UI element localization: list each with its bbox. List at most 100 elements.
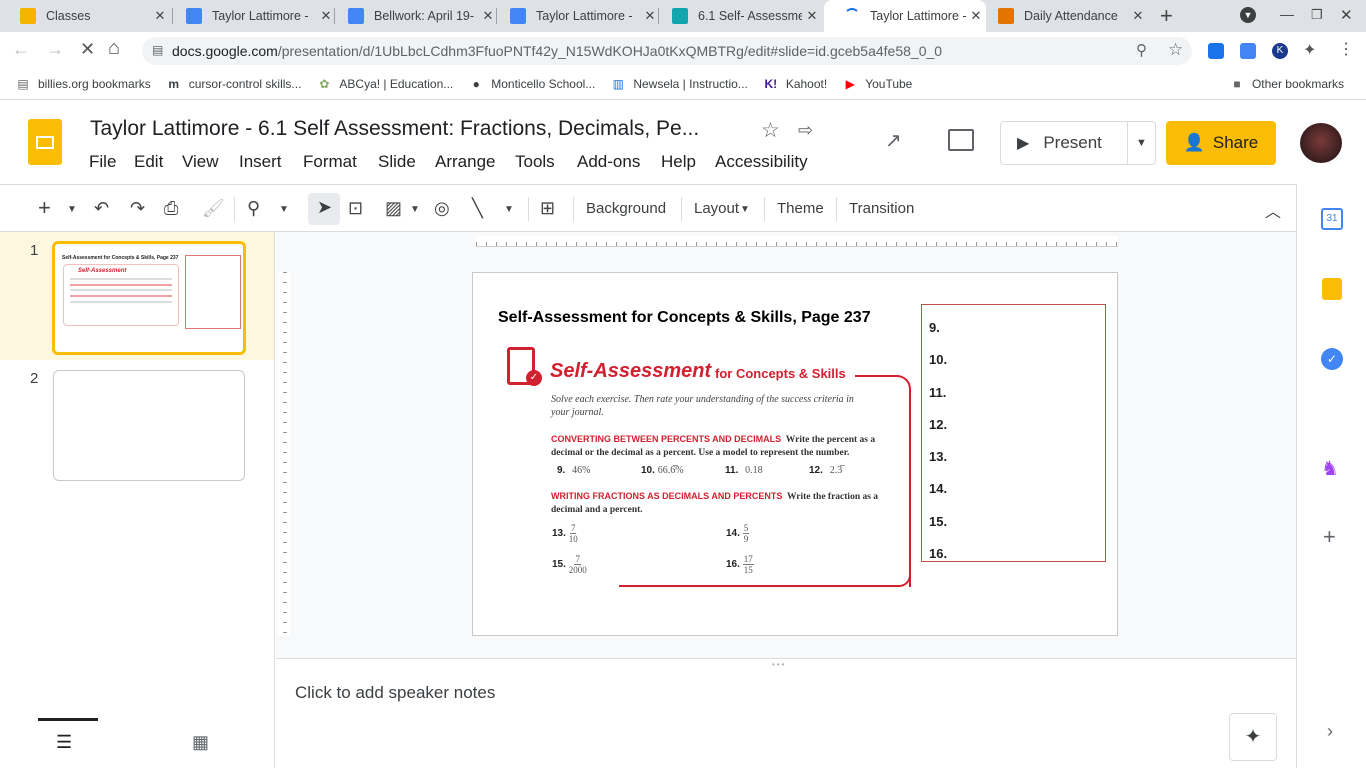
text-item: 11. (929, 384, 947, 400)
bookmark-abcya[interactable]: ✿ ABCya! | Education... (317, 77, 453, 91)
keep-icon[interactable] (1322, 278, 1342, 300)
menu-accessibility[interactable]: Accessibility (715, 152, 808, 172)
bookmark-monticello[interactable]: ● Monticello School... (469, 77, 596, 91)
new-tab-icon[interactable]: + (1160, 3, 1173, 29)
select-tool-button[interactable]: ➤ (308, 193, 340, 225)
text-box-icon[interactable]: ⊡ (348, 198, 363, 219)
new-slide-icon[interactable]: + (38, 195, 51, 221)
bookmark-billies[interactable]: ▤ billies.org bookmarks (16, 77, 150, 91)
extensions-puzzle-icon[interactable]: ✦ (1303, 40, 1316, 60)
add-comment-icon[interactable]: ⊞ (540, 198, 555, 219)
slides-logo-icon[interactable] (28, 119, 62, 165)
zoom-chevron-icon[interactable]: ▼ (279, 204, 289, 215)
tab-classes[interactable]: Classes ✕ (0, 0, 170, 32)
addon-unicorn-icon[interactable]: ♞ (1321, 456, 1339, 481)
url-bar[interactable]: ▤ docs.google.com/presentation/d/1UbLbcL… (142, 37, 1192, 65)
bookmark-youtube[interactable]: ▶ YouTube (843, 77, 913, 91)
share-button[interactable]: 👤 Share (1166, 121, 1276, 165)
menu-edit[interactable]: Edit (134, 152, 163, 172)
tab-taylor-doc-2[interactable]: Taylor Lattimore - ✕ (490, 0, 660, 32)
menu-arrange[interactable]: Arrange (435, 152, 495, 172)
menu-help[interactable]: Help (661, 152, 696, 172)
slide-title[interactable]: Self-Assessment for Concepts & Skills, P… (498, 309, 871, 327)
tasks-icon[interactable]: ✓ (1321, 348, 1343, 370)
shape-icon[interactable]: ◎ (434, 198, 450, 219)
filmstrip-view-icon[interactable]: ☰ (56, 732, 72, 753)
collapse-toolbar-chevron-icon[interactable]: ︿ (1265, 198, 1281, 222)
tab-self-assessment[interactable]: 6.1 Self- Assessme ✕ (652, 0, 822, 32)
expand-side-panel-chevron-icon[interactable]: › (1327, 721, 1333, 742)
document-title[interactable]: Taylor Lattimore - 6.1 Self Assessment: … (90, 117, 740, 141)
star-icon[interactable]: ☆ (761, 118, 780, 143)
calendar-icon[interactable]: 31 (1321, 208, 1343, 230)
extension-icon[interactable] (1208, 43, 1224, 59)
background-button[interactable]: Background (586, 200, 666, 217)
minimize-icon[interactable]: — (1280, 6, 1294, 22)
present-button[interactable]: ▶ Present ▼ (1000, 121, 1156, 165)
undo-icon[interactable]: ↶ (94, 198, 109, 219)
image-icon[interactable]: ▨ (385, 198, 402, 219)
line-chevron-icon[interactable]: ▼ (504, 204, 514, 215)
transition-button[interactable]: Transition (849, 200, 914, 217)
menu-addons[interactable]: Add-ons (577, 152, 640, 172)
avatar[interactable] (1300, 123, 1342, 163)
close-tab-icon[interactable]: ✕ (802, 8, 822, 24)
text-item: 10. (929, 352, 948, 368)
image-chevron-icon[interactable]: ▼ (410, 204, 420, 215)
bookmark-star-icon[interactable]: ☆ (1168, 40, 1183, 60)
tab-search-icon[interactable]: ▼ (1240, 7, 1256, 23)
comments-icon[interactable] (948, 129, 974, 151)
close-window-icon[interactable]: ✕ (1340, 6, 1353, 24)
paint-format-icon[interactable]: 🖌 (202, 198, 225, 219)
zoom-icon[interactable]: ⚲ (247, 198, 260, 219)
tab-bellwork[interactable]: Bellwork: April 19- ✕ (328, 0, 498, 32)
menu-insert[interactable]: Insert (239, 152, 282, 172)
page-info-icon[interactable]: ▤ (152, 43, 163, 57)
forward-icon[interactable]: → (46, 39, 64, 60)
zoom-icon[interactable]: ⚲ (1136, 41, 1147, 59)
close-tab-icon[interactable]: ✕ (1128, 8, 1148, 24)
move-folder-icon[interactable]: ⇨ (798, 120, 813, 141)
other-bookmarks[interactable]: ■ Other bookmarks (1230, 77, 1344, 91)
theme-button[interactable]: Theme (777, 200, 824, 217)
menu-format[interactable]: Format (303, 152, 357, 172)
menu-file[interactable]: File (89, 152, 116, 172)
speaker-notes-placeholder[interactable]: Click to add speaker notes (295, 683, 495, 703)
get-addons-plus-icon[interactable]: + (1323, 524, 1336, 550)
menu-slide[interactable]: Slide (378, 152, 416, 172)
menu-tools[interactable]: Tools (515, 152, 555, 172)
slide-thumbnail-1[interactable]: Self-Assessment for Concepts & Skills, P… (52, 241, 246, 355)
stop-loading-icon[interactable]: ✕ (80, 39, 95, 60)
answer-box[interactable]: 9. 10. 11. 12. 13. 14. 15. 16. (921, 304, 1106, 562)
activity-trend-icon[interactable]: ↗ (885, 128, 902, 153)
slide-1[interactable]: Self-Assessment for Concepts & Skills, P… (472, 272, 1118, 636)
extension-icon[interactable] (1240, 43, 1256, 59)
notes-resize-handle[interactable]: ••• (772, 660, 786, 669)
explore-button[interactable]: ✦ (1229, 713, 1277, 761)
horizontal-ruler[interactable] (476, 236, 1118, 247)
present-options-chevron-icon[interactable]: ▼ (1127, 122, 1155, 164)
vertical-ruler[interactable] (278, 272, 290, 636)
tab-taylor-slides-active[interactable]: Taylor Lattimore - ✕ (824, 0, 986, 32)
print-icon[interactable]: ⎙ (164, 198, 178, 219)
restore-icon[interactable]: ❐ (1311, 7, 1323, 23)
classroom-icon (998, 8, 1014, 24)
slide-thumbnail-2[interactable] (53, 370, 245, 481)
tab-taylor-doc-1[interactable]: Taylor Lattimore - ✕ (166, 0, 336, 32)
menu-view[interactable]: View (182, 152, 219, 172)
tab-daily-attendance[interactable]: Daily Attendance ✕ (978, 0, 1148, 32)
back-icon[interactable]: ← (12, 39, 30, 60)
browser-menu-icon[interactable]: ⋮ (1338, 39, 1354, 59)
bookmark-kahoot[interactable]: K! Kahoot! (764, 77, 827, 91)
kami-extension-icon[interactable]: K (1272, 43, 1288, 59)
home-icon[interactable]: ⌂ (108, 37, 120, 60)
redo-icon[interactable]: ↷ (130, 198, 145, 219)
new-slide-layout-chevron-icon[interactable]: ▼ (67, 204, 77, 215)
line-icon[interactable]: ╲ (472, 198, 483, 219)
bookmark-newsela[interactable]: ▥ Newsela | Instructio... (611, 77, 748, 91)
grid-view-icon[interactable]: ▦ (192, 732, 209, 753)
layout-button[interactable]: Layout (694, 200, 739, 217)
textbook-image[interactable]: ✓ Self-Assessment for Concepts & Skills … (499, 341, 915, 591)
bookmark-cursor-control[interactable]: m cursor-control skills... (167, 77, 301, 91)
speaker-notes[interactable]: ••• Click to add speaker notes ✦ (276, 658, 1296, 768)
